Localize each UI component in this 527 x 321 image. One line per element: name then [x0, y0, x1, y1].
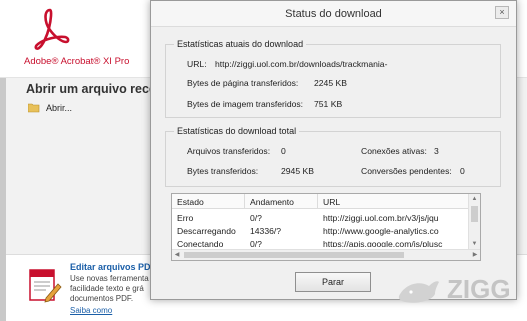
watermark-text: ZIGG [447, 274, 511, 304]
column-divider[interactable] [244, 194, 245, 209]
current-stats-label: Estatísticas atuais do download [174, 39, 307, 49]
open-file-link[interactable]: Abrir... [28, 103, 72, 113]
edit-pdf-text-line: documentos PDF. [70, 294, 134, 303]
column-divider[interactable] [317, 194, 318, 209]
table-row[interactable]: Erro 0/? http://ziggi.uol.com.br/v3/js/j… [172, 211, 468, 224]
files-transferred-label: Arquivos transferidos: [187, 146, 271, 156]
open-recent-title: Abrir um arquivo recent [26, 82, 168, 96]
column-header-url[interactable]: URL [323, 197, 340, 207]
dialog-title: Status do download [285, 8, 382, 20]
scroll-left-icon[interactable]: ◀ [172, 250, 182, 260]
total-stats-label: Estatísticas do download total [174, 126, 300, 136]
close-icon: × [499, 7, 505, 17]
transfer-list-header: Estado Andamento URL [172, 194, 468, 209]
row-url: https://apis.google.com/js/plusc [323, 239, 443, 247]
pdf-edit-icon [29, 269, 62, 303]
ziggi-watermark-logo: ZIGG [398, 274, 511, 304]
scroll-up-icon[interactable]: ▲ [469, 194, 480, 204]
row-url: http://ziggi.uol.com.br/v3/js/jqu [323, 213, 439, 223]
vertical-scrollbar[interactable]: ▲ ▼ [468, 194, 480, 249]
url-value: http://ziggi.uol.com.br/downloads/trackm… [215, 59, 388, 69]
files-transferred-value: 0 [281, 146, 286, 156]
row-progress: 0/? [250, 213, 262, 223]
row-progress: 14336/? [250, 226, 282, 236]
active-connections-label: Conexões ativas: [361, 146, 427, 156]
edit-pdf-text-line: Use novas ferramenta [70, 274, 149, 283]
learn-more-link[interactable]: Saiba como [70, 306, 112, 315]
download-status-dialog: Status do download × Estatísticas atuais… [150, 0, 517, 300]
table-row[interactable]: Conectando 0/? https://apis.google.com/j… [172, 237, 468, 247]
row-state: Conectando [177, 239, 224, 247]
image-bytes-value: 751 KB [314, 99, 343, 109]
bytes-transferred-label: Bytes transferidos: [187, 166, 259, 176]
pending-conversions-label: Conversões pendentes: [361, 166, 452, 176]
total-stats-group: Estatísticas do download total [165, 126, 501, 187]
row-state: Descarregando [177, 226, 236, 236]
transfer-list[interactable]: Estado Andamento URL Erro 0/? http://zig… [171, 193, 481, 261]
active-connections-value: 3 [434, 146, 439, 156]
edit-pdf-text-line: facilidade texto e grá [70, 284, 144, 293]
close-button[interactable]: × [495, 6, 509, 19]
edit-pdf-title: Editar arquivos PDF [70, 262, 157, 272]
open-file-label: Abrir... [46, 103, 73, 113]
stop-button[interactable]: Parar [295, 272, 371, 292]
horizontal-scrollbar[interactable]: ◀ ▶ [172, 249, 480, 260]
acrobat-logo-icon [34, 8, 70, 50]
dialog-titlebar[interactable]: Status do download × [151, 1, 516, 27]
vertical-scroll-thumb[interactable] [471, 206, 478, 222]
column-header-state[interactable]: Estado [177, 197, 204, 207]
url-label: URL: [187, 59, 207, 69]
folder-icon [28, 103, 40, 113]
bytes-transferred-value: 2945 KB [281, 166, 314, 176]
page-bytes-label: Bytes de página transferidos: [187, 78, 299, 88]
row-url: http://www.google-analytics.co [323, 226, 439, 236]
pending-conversions-value: 0 [460, 166, 465, 176]
acrobat-brand: Adobe® Acrobat® XI Pro [24, 56, 130, 67]
horizontal-scroll-thumb[interactable] [184, 252, 404, 258]
scroll-down-icon[interactable]: ▼ [469, 239, 480, 249]
row-state: Erro [177, 213, 194, 223]
page-bytes-value: 2245 KB [314, 78, 347, 88]
scroll-right-icon[interactable]: ▶ [470, 250, 480, 260]
column-header-progress[interactable]: Andamento [250, 197, 294, 207]
row-progress: 0/? [250, 239, 262, 247]
image-bytes-label: Bytes de imagem transferidos: [187, 99, 304, 109]
table-row[interactable]: Descarregando 14336/? http://www.google-… [172, 224, 468, 237]
